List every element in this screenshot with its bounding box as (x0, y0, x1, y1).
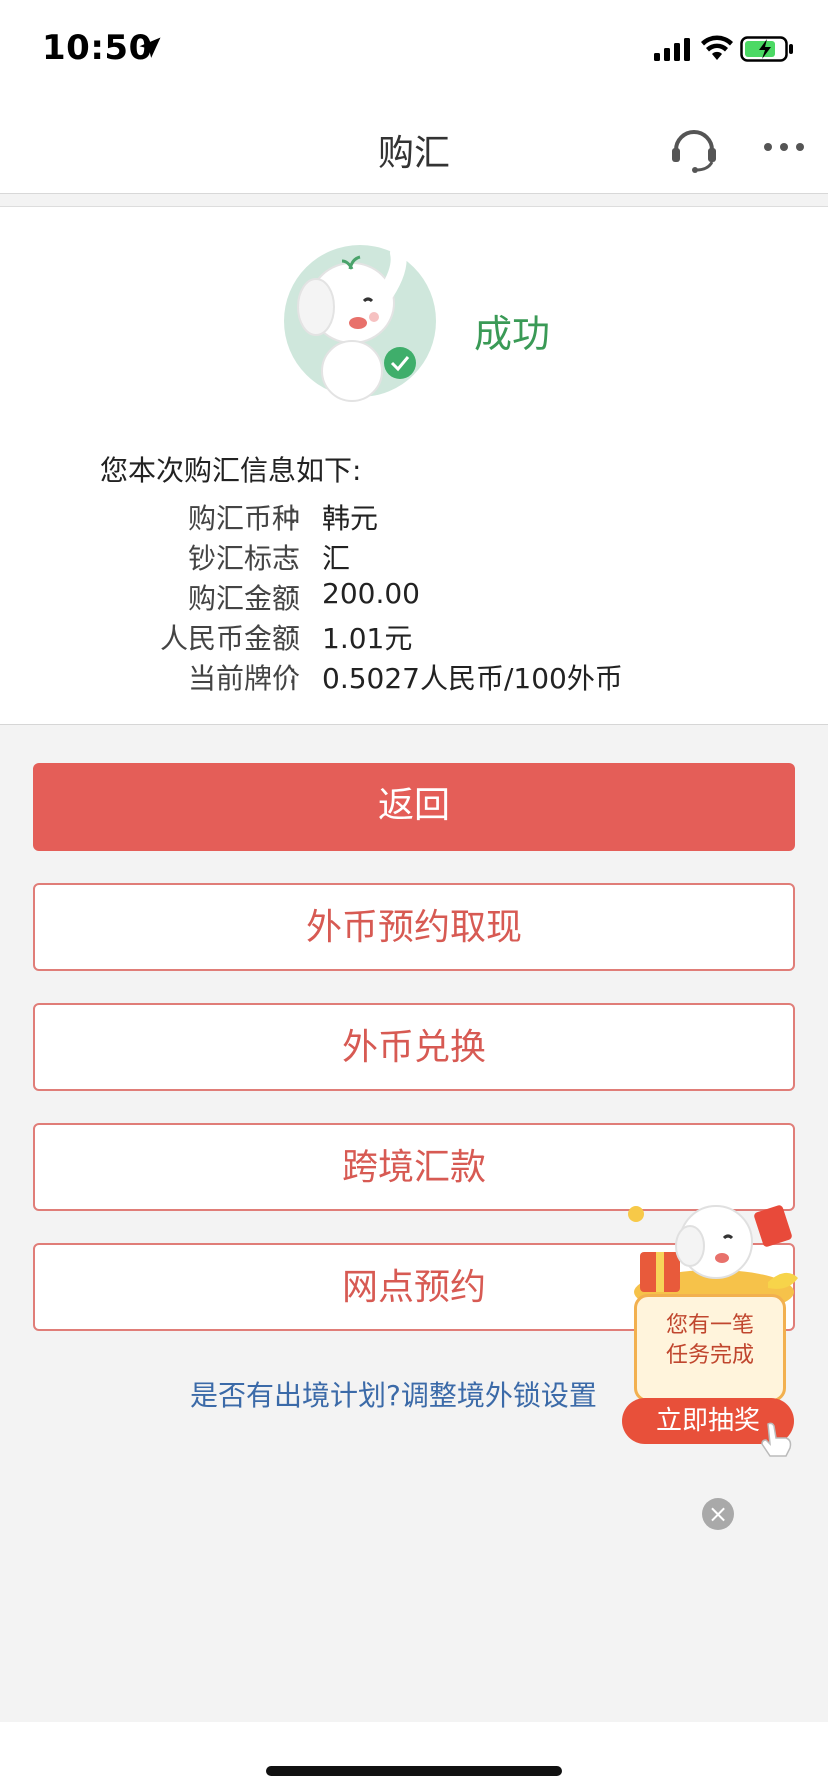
home-indicator-area (0, 1722, 828, 1792)
info-label: 购汇币种 (187, 502, 300, 535)
info-row-currency: 购汇币种 : 韩元 (0, 497, 828, 537)
info-list: 购汇币种 : 韩元 钞汇标志 : 汇 购汇金额 : 200.00 人民币金额 :… (0, 497, 828, 697)
info-label: 钞汇标志 (187, 542, 300, 575)
result-card: 成功 您本次购汇信息如下: 购汇币种 : 韩元 钞汇标志 : 汇 购汇金额 : … (0, 207, 828, 725)
info-value: 200.00 (322, 577, 420, 610)
battery-charging-icon (740, 36, 793, 62)
elephant-gift-icon (628, 1205, 798, 1306)
info-value: 汇 (322, 542, 351, 575)
home-indicator[interactable] (266, 1766, 562, 1776)
info-colon: : (288, 657, 298, 690)
success-status: 成功 (474, 312, 551, 356)
info-title: 您本次购汇信息如下: (100, 454, 362, 487)
nav-bar: 购汇 (0, 100, 828, 194)
wifi-icon (701, 35, 733, 60)
fx-withdraw-appointment-button[interactable]: 外币预约取现 (33, 883, 795, 971)
info-value: 韩元 (322, 502, 379, 535)
headset-icon[interactable] (668, 122, 720, 174)
lottery-promo[interactable]: 您有一笔 任务完成 立即抽奖 (620, 1196, 808, 1466)
more-icon[interactable] (762, 140, 806, 154)
signal-icon (654, 38, 690, 61)
info-colon: : (288, 577, 298, 610)
info-label: 当前牌价 (187, 662, 300, 695)
info-row-purchase-amount: 购汇金额 : 200.00 (0, 577, 828, 617)
promo-line: 您有一笔 (665, 1313, 754, 1338)
info-row-rmb-amount: 人民币金额 : 1.01元 (0, 617, 828, 657)
elephant-mascot-success-icon (284, 245, 436, 402)
overseas-lock-settings-link[interactable]: 是否有出境计划?调整境外锁设置 (190, 1374, 597, 1414)
info-value: 0.5027人民币/100外币 (322, 662, 623, 695)
hand-pointer-icon (761, 1422, 792, 1457)
info-label: 购汇金额 (187, 582, 300, 615)
close-promo-icon[interactable]: × (702, 1498, 734, 1530)
info-colon: : (288, 537, 298, 570)
info-row-cash-remit-flag: 钞汇标志 : 汇 (0, 537, 828, 577)
divider (0, 195, 828, 207)
fx-exchange-button[interactable]: 外币兑换 (33, 1003, 795, 1091)
info-colon: : (288, 617, 298, 650)
promo-line: 任务完成 (665, 1343, 754, 1368)
location-arrow-icon (139, 37, 161, 58)
promo-card: 您有一笔 任务完成 (634, 1294, 786, 1402)
status-bar: 10:50 (0, 0, 828, 100)
info-label: 人民币金额 (159, 622, 300, 655)
info-colon: : (288, 497, 298, 530)
page: 10:50 购汇 成功 您本次购汇信息如下: 购汇币种: 韩元 钞汇标志: … (0, 0, 828, 1792)
info-value: 1.01元 (322, 622, 413, 655)
back-button[interactable]: 返回 (33, 763, 795, 851)
info-row-exchange-rate: 当前牌价 : 0.5027人民币/100外币 (0, 657, 828, 697)
